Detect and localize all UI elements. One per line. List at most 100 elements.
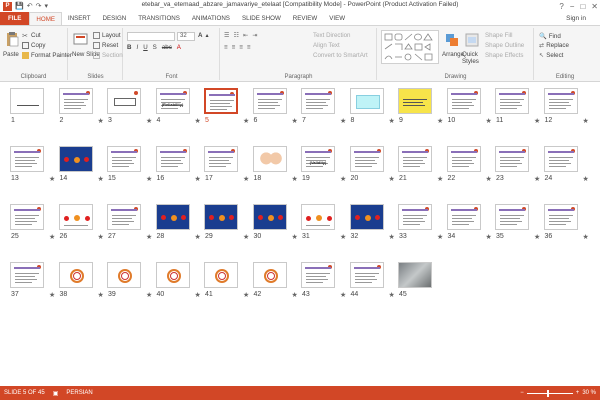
slide-preview[interactable] (155, 262, 190, 288)
slide-thumbnail[interactable]: 1 (10, 88, 56, 138)
slide-preview[interactable] (155, 204, 190, 230)
language-indicator[interactable]: PERSIAN (62, 390, 96, 396)
tab-view[interactable]: VIEW (323, 12, 351, 25)
slide-thumbnail[interactable]: 41 ★ (204, 262, 250, 312)
align-text-button[interactable]: Align Text (313, 42, 340, 49)
sign-in-link[interactable]: Sign in (566, 15, 586, 22)
animation-star-icon[interactable]: ★ (583, 175, 589, 183)
slide-thumbnail[interactable]: 10 ★ (446, 88, 493, 138)
slide-thumbnail[interactable]: 35 ★ (495, 204, 541, 254)
paste-button[interactable]: Paste (3, 51, 19, 58)
slide-thumbnail[interactable]: 36 ★ (543, 204, 590, 254)
slide-thumbnail[interactable]: 18 ★ (252, 146, 299, 196)
slide-thumbnail[interactable]: (Reliability) 4 ★ (155, 88, 202, 138)
slide-thumbnail[interactable]: 21 ★ (398, 146, 444, 196)
slide-preview[interactable]: (Validity) (301, 146, 335, 172)
zoom-in-button[interactable]: + (576, 390, 580, 396)
spellcheck-icon[interactable]: ▣ (49, 390, 63, 397)
slide-preview[interactable] (398, 262, 432, 288)
animation-star-icon[interactable]: ★ (98, 233, 104, 241)
slide-preview[interactable] (398, 204, 432, 230)
slide-thumbnail[interactable]: 12 ★ (543, 88, 590, 138)
section-button[interactable]: Section (93, 52, 123, 59)
animation-star-icon[interactable]: ★ (98, 291, 104, 299)
slide-thumbnail[interactable]: 2 ★ (58, 88, 105, 138)
animation-star-icon[interactable]: ★ (437, 175, 443, 183)
slide-thumbnail[interactable]: 15 ★ (107, 146, 153, 196)
animation-star-icon[interactable]: ★ (437, 117, 443, 125)
slide-preview[interactable] (446, 146, 481, 172)
slide-thumbnail[interactable]: 13 ★ (10, 146, 56, 196)
slide-thumbnail[interactable]: 39 ★ (107, 262, 153, 312)
help-button[interactable]: ? (559, 2, 563, 11)
slide-thumbnail[interactable]: 33 ★ (398, 204, 444, 254)
animation-star-icon[interactable]: ★ (486, 233, 492, 241)
animation-star-icon[interactable]: ★ (98, 117, 104, 125)
slide-thumbnail[interactable]: 25 ★ (10, 204, 56, 254)
animation-star-icon[interactable]: ★ (49, 175, 55, 183)
find-button[interactable]: 🔍 Find (539, 32, 561, 41)
convert-smartart-button[interactable]: Convert to SmartArt (313, 52, 368, 59)
justify-icon[interactable]: ≡ (247, 44, 251, 51)
slide-preview[interactable] (204, 204, 238, 230)
slide-preview[interactable] (252, 204, 287, 230)
decrease-indent-icon[interactable]: ⇤ (243, 32, 248, 39)
slide-thumbnail[interactable]: 9 ★ (398, 88, 444, 138)
slide-preview[interactable] (349, 204, 384, 230)
animation-star-icon[interactable]: ★ (49, 291, 55, 299)
tab-home[interactable]: HOME (29, 12, 62, 25)
quick-styles-button[interactable]: Quick Styles (462, 51, 484, 65)
animation-star-icon[interactable]: ★ (583, 117, 589, 125)
new-slide-icon[interactable] (73, 31, 89, 47)
slide-thumbnail[interactable]: 31 ★ (301, 204, 347, 254)
animation-star-icon[interactable]: ★ (292, 175, 298, 183)
align-right-icon[interactable]: ≡ (239, 44, 243, 51)
animation-star-icon[interactable]: ★ (340, 291, 346, 299)
animation-star-icon[interactable]: ★ (292, 117, 298, 125)
slide-thumbnail[interactable]: 38 ★ (58, 262, 105, 312)
slide-thumbnail[interactable]: 22 ★ (446, 146, 493, 196)
slide-thumbnail[interactable]: 43 ★ (301, 262, 347, 312)
slide-thumbnail[interactable]: 44 ★ (349, 262, 396, 312)
animation-star-icon[interactable]: ★ (195, 117, 201, 125)
slide-preview[interactable] (10, 204, 44, 230)
slide-thumbnail[interactable]: 34 ★ (446, 204, 493, 254)
slide-thumbnail[interactable]: 30 ★ (252, 204, 299, 254)
tab-file[interactable]: FILE (0, 12, 30, 25)
shape-outline-button[interactable]: Shape Outline (485, 42, 524, 49)
shape-effects-button[interactable]: Shape Effects (485, 52, 523, 59)
slide-preview[interactable] (107, 262, 141, 288)
reset-button[interactable]: Reset (93, 42, 118, 49)
slide-thumbnail[interactable]: 5 ★ (204, 88, 250, 138)
slide-thumbnail[interactable]: 16 ★ (155, 146, 202, 196)
slide-preview[interactable] (107, 204, 141, 230)
slide-thumbnail[interactable]: 26 ★ (58, 204, 105, 254)
copy-button[interactable]: Copy (22, 42, 45, 49)
slide-preview[interactable] (301, 88, 335, 114)
animation-star-icon[interactable]: ★ (340, 175, 346, 183)
slide-preview[interactable] (301, 262, 335, 288)
slide-preview[interactable] (204, 146, 238, 172)
animation-star-icon[interactable]: ★ (486, 175, 492, 183)
animation-star-icon[interactable]: ★ (389, 175, 395, 183)
slide-thumbnail[interactable]: 45 (398, 262, 444, 312)
slide-preview[interactable] (252, 88, 287, 114)
animation-star-icon[interactable]: ★ (583, 233, 589, 241)
slide-thumbnail[interactable]: 20 ★ (349, 146, 396, 196)
animation-star-icon[interactable]: ★ (534, 233, 540, 241)
tab-animations[interactable]: ANIMATIONS (186, 12, 236, 25)
slide-preview[interactable] (543, 204, 578, 230)
slide-preview[interactable] (349, 262, 384, 288)
slide-preview[interactable] (398, 88, 432, 114)
slide-thumbnail[interactable]: 37 ★ (10, 262, 56, 312)
animation-star-icon[interactable]: ★ (340, 117, 346, 125)
align-center-icon[interactable]: ≡ (232, 44, 236, 51)
animation-star-icon[interactable]: ★ (243, 175, 249, 183)
slide-thumbnail[interactable]: 28 ★ (155, 204, 202, 254)
font-color-button[interactable]: A (177, 44, 181, 51)
animation-star-icon[interactable]: ★ (195, 175, 201, 183)
slide-preview[interactable] (446, 204, 481, 230)
bullets-icon[interactable]: ☰ (224, 32, 230, 39)
slide-preview[interactable] (398, 146, 432, 172)
animation-star-icon[interactable]: ★ (243, 117, 249, 125)
